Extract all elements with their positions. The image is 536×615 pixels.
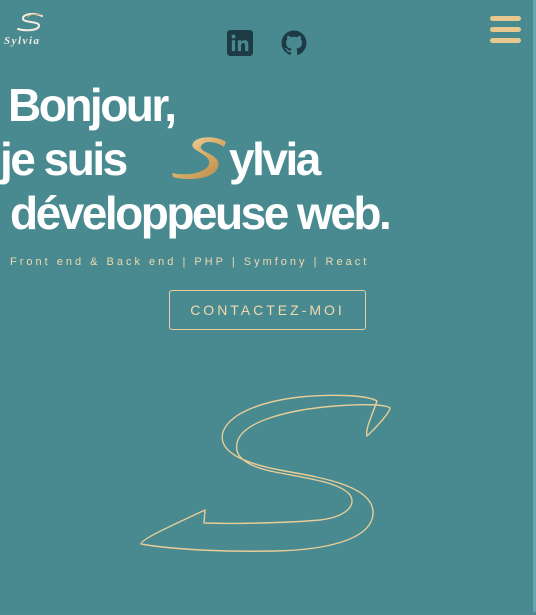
- menu-bar: [490, 27, 521, 32]
- hero-line-greeting: Bonjour,: [8, 79, 177, 131]
- gold-s-letter-icon: [172, 137, 226, 180]
- hero-line-suffix: ylvia: [229, 133, 321, 185]
- logo-s-icon: [17, 12, 43, 32]
- hamburger-menu-icon[interactable]: [490, 16, 521, 44]
- decorative-s-outline-icon: [140, 394, 391, 552]
- skills-subtitle: Front end & Back end | PHP | Symfony | R…: [10, 256, 370, 268]
- hero-line-name: je suis ylvia: [0, 132, 389, 186]
- page: Sylvia Bonjour, je suis ylvia développeu…: [0, 0, 536, 615]
- hero-heading: Bonjour, je suis ylvia développeuse web.: [0, 78, 392, 240]
- site-logo[interactable]: Sylvia: [4, 12, 60, 52]
- github-icon[interactable]: [281, 30, 307, 56]
- menu-bar: [490, 38, 521, 43]
- menu-bar: [490, 16, 521, 21]
- linkedin-icon[interactable]: [227, 30, 253, 56]
- hero-line-role: développeuse web.: [10, 187, 392, 239]
- hero-line-prefix: je suis: [0, 133, 128, 185]
- logo-text: Sylvia: [4, 35, 41, 47]
- contact-button[interactable]: CONTACTEZ-MOI: [169, 290, 366, 330]
